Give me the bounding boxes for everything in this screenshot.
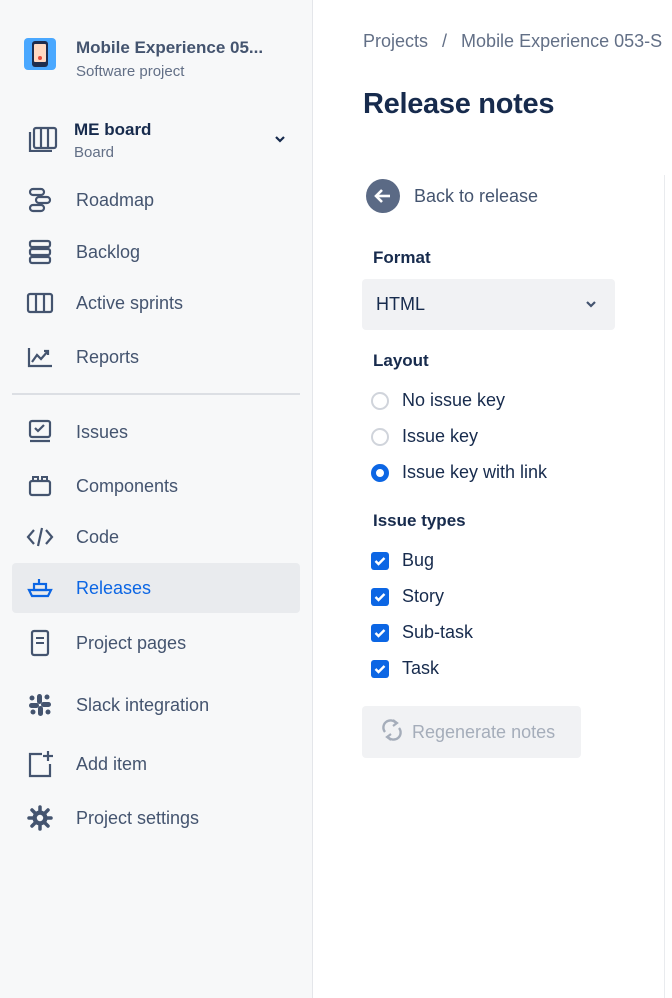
gear-icon xyxy=(26,804,54,832)
radio-button-selected[interactable] xyxy=(371,463,389,482)
components-icon xyxy=(26,472,54,500)
project-avatar xyxy=(24,38,56,70)
main-content: Projects / Mobile Experience 053-S Release… xyxy=(314,0,672,998)
radio-label: Issue key xyxy=(402,426,479,446)
checkbox-label: Task xyxy=(402,658,440,678)
sidebar-item-label: Components xyxy=(76,475,179,496)
sidebar-item-label: Slack integration xyxy=(76,694,210,715)
checkbox-label: Bug xyxy=(402,550,435,570)
layout-label: Layout xyxy=(373,351,429,370)
page-icon xyxy=(26,629,54,657)
reports-chart-icon xyxy=(26,343,54,371)
chevron-down-icon[interactable] xyxy=(274,132,286,150)
sidebar-item-label: Issues xyxy=(76,421,129,442)
board-switcher[interactable]: ME board Board xyxy=(12,116,300,166)
sidebar-item-slack-integration[interactable]: Slack integration xyxy=(12,680,300,730)
sidebar-item-active-sprints[interactable]: Active sprints xyxy=(12,278,300,328)
sidebar-item-reports[interactable]: Reports xyxy=(12,332,300,382)
radio-label: Issue key with link xyxy=(402,462,548,482)
layout-option-issue-key-with-link[interactable]: Issue key with link xyxy=(371,462,547,483)
back-to-release-button[interactable]: Back to release xyxy=(366,179,538,213)
sidebar-item-releases[interactable]: Releases xyxy=(12,563,300,613)
checkbox-checked[interactable] xyxy=(371,587,389,606)
format-selected-value: HTML xyxy=(376,294,425,314)
sidebar-item-label: Project pages xyxy=(76,632,187,653)
issue-type-task[interactable]: Task xyxy=(371,658,439,679)
arrow-left-icon xyxy=(366,179,400,213)
sidebar-item-label: Add item xyxy=(76,753,148,774)
ship-icon xyxy=(26,574,54,602)
add-item-icon xyxy=(26,750,54,778)
layout-option-issue-key[interactable]: Issue key xyxy=(371,426,478,447)
code-icon xyxy=(26,523,54,551)
checkbox-checked[interactable] xyxy=(371,551,389,570)
sidebar-item-label: Code xyxy=(76,526,120,547)
sidebar-item-components[interactable]: Components xyxy=(12,461,300,511)
regenerate-notes-label: Regenerate notes xyxy=(412,721,556,742)
sidebar-item-add-item[interactable]: Add item xyxy=(12,739,300,789)
back-to-release-label: Back to release xyxy=(414,185,539,206)
preview-panel-edge xyxy=(664,175,670,998)
sidebar-item-backlog[interactable]: Backlog xyxy=(12,227,300,277)
sidebar-item-label: Active sprints xyxy=(76,292,184,313)
sidebar-item-label: Releases xyxy=(76,577,152,598)
project-type: Software project xyxy=(76,63,185,80)
regenerate-notes-button[interactable]: Regenerate notes xyxy=(362,706,581,758)
project-header[interactable]: Mobile Experience 05... Software project xyxy=(24,38,263,80)
issues-icon xyxy=(26,418,54,446)
radio-button[interactable] xyxy=(371,427,389,446)
sidebar-item-label: Reports xyxy=(76,346,140,367)
roadmap-icon xyxy=(26,186,54,214)
radio-label: No issue key xyxy=(402,390,506,410)
breadcrumb: Projects / Mobile Experience 053-S xyxy=(363,31,662,52)
issue-types-label: Issue types xyxy=(373,511,466,530)
issue-type-sub-task[interactable]: Sub-task xyxy=(371,622,473,643)
checkbox-checked[interactable] xyxy=(371,659,389,678)
format-label: Format xyxy=(373,248,431,267)
board-name: ME board xyxy=(74,120,152,139)
sprints-board-icon xyxy=(26,289,54,317)
board-subtitle: Board xyxy=(74,144,115,161)
sidebar-item-code[interactable]: Code xyxy=(12,512,300,562)
slack-icon xyxy=(26,691,54,719)
checkbox-label: Sub-task xyxy=(402,622,474,642)
breadcrumb-separator: / xyxy=(442,31,448,51)
sidebar-item-label: Project settings xyxy=(76,807,200,828)
sidebar-item-label: Roadmap xyxy=(76,189,155,210)
backlog-icon xyxy=(26,238,54,266)
sidebar-item-roadmap[interactable]: Roadmap xyxy=(12,175,300,225)
refresh-icon xyxy=(380,718,404,747)
issue-type-story[interactable]: Story xyxy=(371,586,444,607)
radio-button[interactable] xyxy=(371,391,389,410)
sidebar-item-issues[interactable]: Issues xyxy=(12,407,300,457)
sidebar-item-project-pages[interactable]: Project pages xyxy=(12,618,300,668)
sidebar-item-project-settings[interactable]: Project settings xyxy=(12,793,300,843)
page-title: Release notes xyxy=(363,88,555,120)
sidebar-divider xyxy=(12,393,300,395)
layout-option-no-issue-key[interactable]: No issue key xyxy=(371,390,505,411)
format-select[interactable]: HTML xyxy=(362,279,615,330)
checkbox-checked[interactable] xyxy=(371,623,389,642)
board-icon xyxy=(28,126,58,157)
issue-type-bug[interactable]: Bug xyxy=(371,550,434,571)
breadcrumb-project-link[interactable]: Mobile Experience 053-S xyxy=(461,31,662,51)
sidebar: Mobile Experience 05... Software project… xyxy=(0,0,313,998)
checkbox-label: Story xyxy=(402,586,445,606)
chevron-down-icon xyxy=(585,297,597,315)
sidebar-item-label: Backlog xyxy=(76,241,141,262)
project-name: Mobile Experience 05... xyxy=(76,38,264,57)
breadcrumb-projects-link[interactable]: Projects xyxy=(363,31,428,51)
